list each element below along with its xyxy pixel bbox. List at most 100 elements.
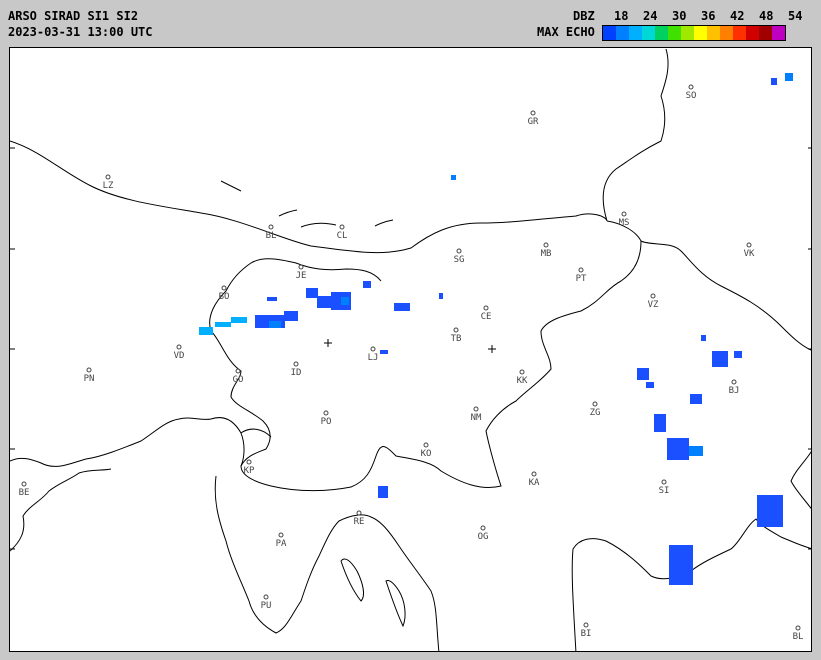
- echo-cell: [654, 414, 666, 432]
- city-label: PU: [261, 601, 272, 611]
- city-label: BL: [266, 231, 277, 241]
- city-marker: SO: [686, 84, 696, 101]
- city-marker: PN: [84, 367, 94, 384]
- cres-island: [385, 580, 406, 628]
- legend-swatch: [707, 26, 720, 40]
- city-dot: [480, 525, 486, 531]
- city-marker: SG: [454, 248, 464, 265]
- city-dot: [370, 346, 376, 352]
- city-dot: [688, 84, 694, 90]
- echo-cell: [757, 495, 783, 527]
- city-dot: [268, 224, 274, 230]
- echo-cell: [785, 73, 793, 81]
- city-dot: [519, 369, 525, 375]
- city-marker: ID: [291, 361, 301, 378]
- map-panel[interactable]: LZ BL CL GR SO MS MB SG VK PT JE BO CE VZ VD LJ TB PN GO ID…: [9, 47, 812, 652]
- legend-swatch: [603, 26, 616, 40]
- unit-label: DBZ: [573, 9, 595, 23]
- echo-cell: [667, 438, 689, 460]
- city-label: BO: [219, 292, 230, 302]
- city-marker: OG: [478, 525, 488, 542]
- city-dot: [583, 622, 589, 628]
- city-dot: [86, 367, 92, 373]
- radar-sites: [324, 339, 496, 353]
- city-dot: [21, 481, 27, 487]
- city-label: BI: [581, 629, 592, 639]
- legend-swatch: [694, 26, 707, 40]
- echo-cell: [690, 394, 702, 404]
- echo-cell: [231, 317, 247, 323]
- city-marker: MS: [619, 211, 629, 228]
- echo-cell: [394, 303, 410, 311]
- legend-tick-label: 18: [614, 9, 629, 23]
- southeast-border: [571, 518, 811, 651]
- city-dot: [423, 442, 429, 448]
- legend-tick-label: 48: [759, 9, 774, 23]
- city-dot: [263, 594, 269, 600]
- danube-border: [790, 451, 811, 510]
- city-label: KO: [421, 449, 432, 459]
- city-marker: BE: [19, 481, 30, 498]
- city-marker: BI: [581, 622, 592, 639]
- krk-island: [340, 558, 365, 602]
- city-label: BE: [19, 488, 30, 498]
- city-marker: PA: [276, 532, 287, 549]
- legend-swatch: [720, 26, 733, 40]
- city-marker: PT: [576, 267, 587, 284]
- echo-cell: [439, 293, 443, 299]
- city-marker: CE: [481, 305, 491, 322]
- west-coast: [10, 417, 245, 467]
- city-label: VZ: [648, 300, 659, 310]
- city-marker: PO: [321, 410, 331, 427]
- city-label: GO: [233, 375, 244, 385]
- legend-tick-label: 54: [788, 9, 803, 23]
- city-dot: [731, 379, 737, 385]
- city-marker: ZG: [590, 401, 600, 418]
- echo-cell: [269, 321, 281, 328]
- legend-swatch: [772, 26, 785, 40]
- city-dot: [592, 401, 598, 407]
- city-dot: [453, 327, 459, 333]
- radar-echoes: [199, 73, 793, 585]
- city-label: NM: [471, 413, 482, 423]
- echo-cell: [284, 311, 298, 321]
- city-dot: [578, 267, 584, 273]
- legend-swatch: [681, 26, 694, 40]
- legend-swatch: [616, 26, 629, 40]
- city-marker: GR: [528, 110, 539, 127]
- echo-cell: [378, 486, 388, 498]
- city-dot: [323, 410, 329, 416]
- city-dot: [221, 285, 227, 291]
- legend-swatch: [746, 26, 759, 40]
- city-label: LJ: [368, 353, 379, 363]
- echo-cell: [341, 297, 349, 305]
- city-marker: PU: [261, 594, 272, 611]
- legend-tick-label: 24: [643, 9, 658, 23]
- city-dot: [339, 224, 345, 230]
- city-marker: VD: [174, 344, 185, 361]
- city-marker: NM: [471, 406, 482, 423]
- city-dot: [473, 406, 479, 412]
- city-label: GR: [528, 117, 539, 127]
- city-marker: BL: [793, 625, 803, 642]
- city-dot: [246, 459, 252, 465]
- legend-tick-label: 30: [672, 9, 687, 23]
- city-label: KA: [529, 478, 540, 488]
- echo-cell: [689, 446, 703, 456]
- city-dot: [530, 110, 536, 116]
- city-marker: KK: [517, 369, 528, 386]
- istria-coast: [214, 475, 440, 651]
- color-legend: [602, 25, 786, 41]
- city-label: PT: [576, 274, 587, 284]
- city-dot: [456, 248, 462, 254]
- city-label: RE: [354, 517, 365, 527]
- city-label: LZ: [103, 181, 114, 191]
- legend-swatch: [629, 26, 642, 40]
- city-dot: [278, 532, 284, 538]
- city-label: TB: [451, 334, 462, 344]
- city-marker: LZ: [103, 174, 114, 191]
- city-label: KP: [244, 466, 255, 476]
- city-label: VD: [174, 351, 185, 361]
- legend-swatch: [759, 26, 772, 40]
- city-marker: BJ: [729, 379, 739, 396]
